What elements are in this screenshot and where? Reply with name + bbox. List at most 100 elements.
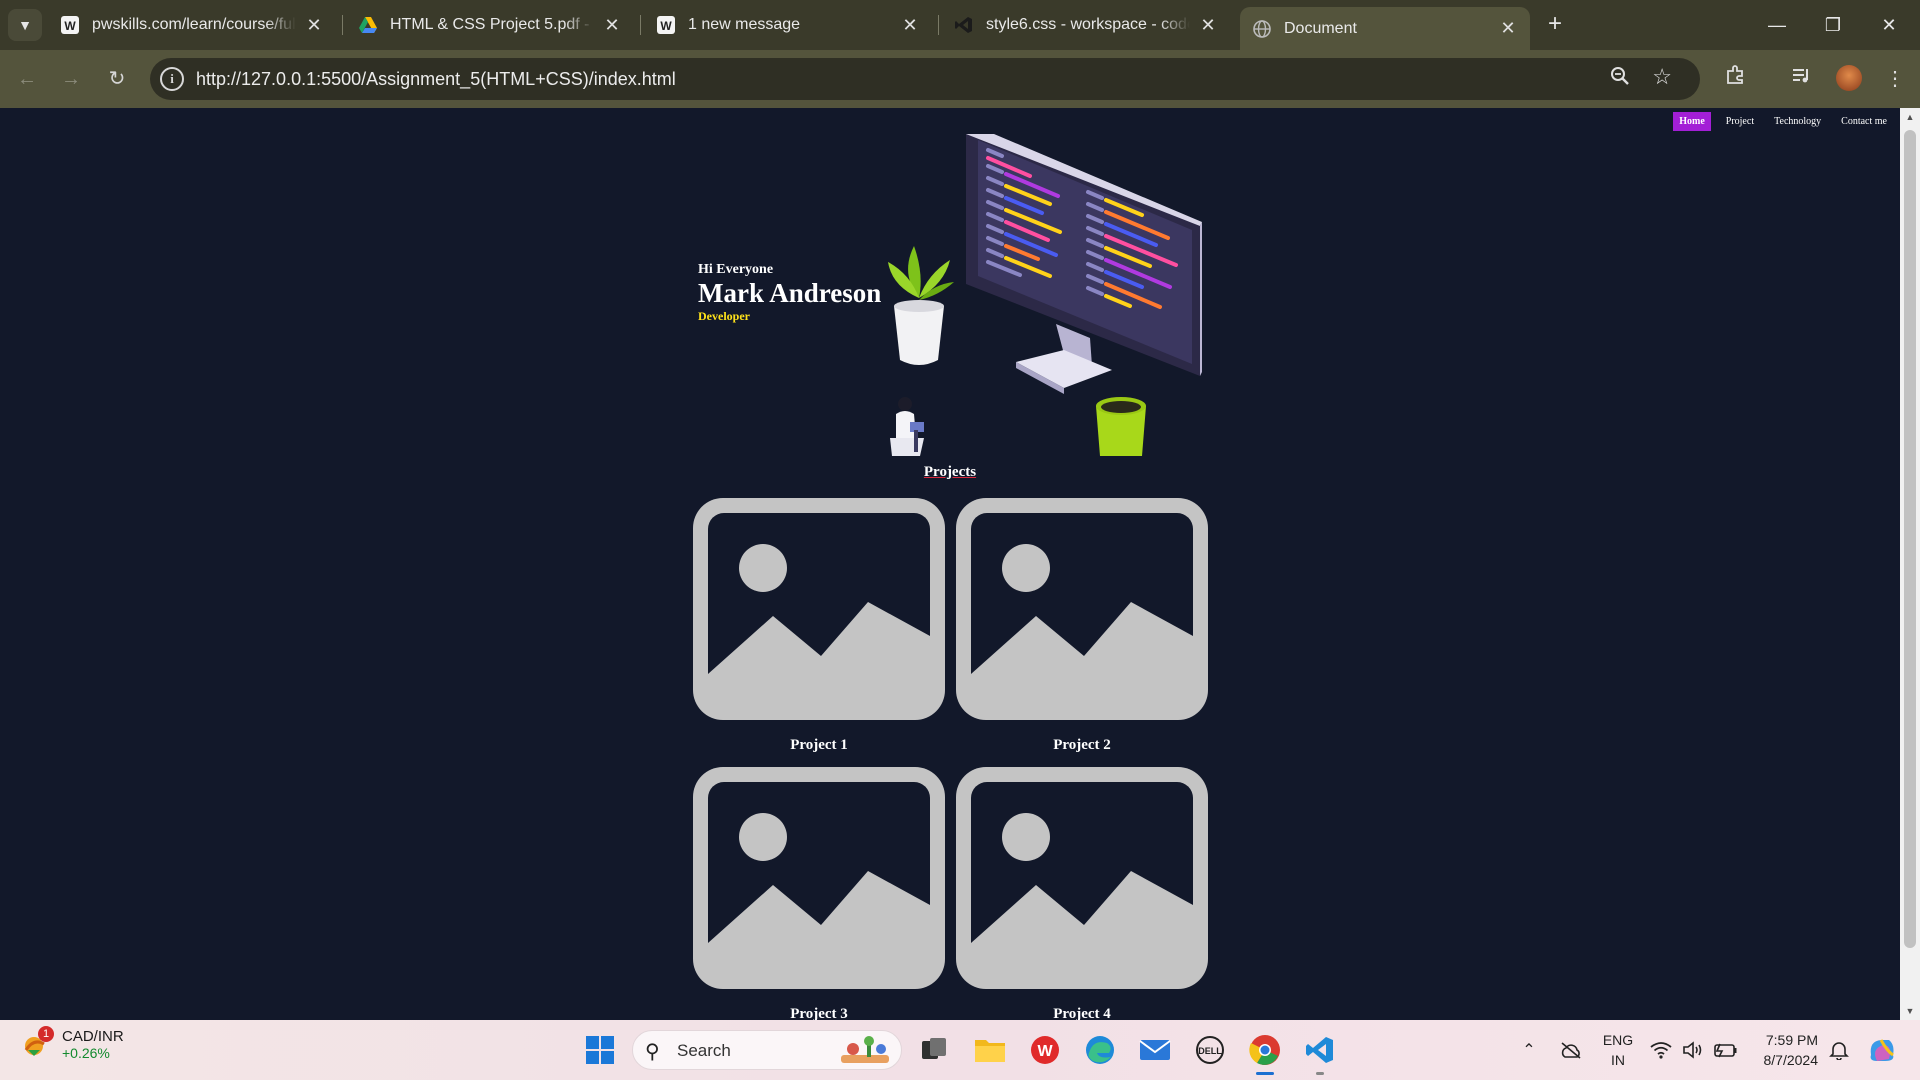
page-viewport: Home Project Technology Contact me Hi Ev… <box>0 108 1900 1020</box>
profile-avatar[interactable] <box>1836 65 1862 91</box>
taskbar-search-placeholder: Search <box>677 1041 731 1060</box>
file-explorer-icon[interactable] <box>970 1030 1010 1070</box>
tab-title: style6.css - workspace - code-s <box>986 16 1190 33</box>
pw-icon: W <box>60 15 80 35</box>
svg-text:W: W <box>660 19 672 33</box>
back-button[interactable]: ← <box>12 64 42 94</box>
kebab-menu-icon[interactable]: ⋮ <box>1880 64 1910 94</box>
notifications-icon[interactable] <box>1826 1020 1852 1080</box>
nav-home[interactable]: Home <box>1673 112 1711 131</box>
pw-icon: W <box>656 15 676 35</box>
close-icon[interactable]: ✕ <box>900 15 920 36</box>
arrow-right-icon: → <box>61 68 81 90</box>
browser-tab[interactable]: W pwskills.com/learn/course/full-s ✕ <box>48 7 336 43</box>
reload-icon: ↻ <box>108 68 126 90</box>
bookmark-star-icon[interactable]: ☆ <box>1652 64 1672 90</box>
stock-change: +0.26% <box>62 1045 110 1061</box>
scrollbar-thumb[interactable] <box>1904 130 1916 948</box>
plus-icon: + <box>1547 10 1562 37</box>
close-icon[interactable]: ✕ <box>1198 15 1218 36</box>
restore-button[interactable]: ❐ <box>1810 8 1856 42</box>
image-placeholder-icon <box>956 498 1208 720</box>
browser-tab[interactable]: W 1 new message ✕ <box>644 7 932 43</box>
hero-greeting: Hi Everyone <box>698 262 774 277</box>
browser-tab-active[interactable]: Document ✕ <box>1240 7 1530 50</box>
project-caption: Project 1 <box>790 737 848 753</box>
stock-widget-text: CAD/INR +0.26% <box>62 1028 124 1061</box>
nav-technology[interactable]: Technology <box>1769 113 1826 130</box>
new-tab-button[interactable]: + <box>1540 11 1570 39</box>
svg-text:DELL: DELL <box>1198 1046 1222 1056</box>
nav-contact[interactable]: Contact me <box>1836 113 1892 130</box>
tab-title: 1 new message <box>688 16 801 33</box>
chevron-down-icon: ▼ <box>18 17 32 33</box>
hero-name: Mark Andreson <box>698 278 882 308</box>
close-icon[interactable]: ✕ <box>1498 18 1518 39</box>
vscode-taskbar-icon[interactable] <box>1300 1030 1340 1070</box>
scroll-down-icon[interactable]: ▼ <box>1904 1006 1916 1016</box>
language-region: IN <box>1611 1052 1625 1068</box>
task-view-icon[interactable] <box>914 1030 954 1070</box>
windows-icon <box>586 1036 614 1064</box>
copilot-icon[interactable] <box>1864 1020 1900 1080</box>
browser-tab-strip: ▼ W pwskills.com/learn/course/full-s ✕ H… <box>0 0 1920 50</box>
url-text[interactable]: http://127.0.0.1:5500/Assignment_5(HTML+… <box>196 69 676 90</box>
project-card[interactable]: Project 2 <box>956 498 1208 754</box>
image-placeholder-icon <box>693 498 945 720</box>
google-drive-icon <box>358 15 378 35</box>
close-icon[interactable]: ✕ <box>602 15 622 36</box>
browser-toolbar: ← → ↻ i http://127.0.0.1:5500/Assignment… <box>0 50 1920 108</box>
wifi-icon[interactable] <box>1648 1020 1674 1080</box>
vscode-icon <box>954 15 974 35</box>
clock-time: 7:59 PM <box>1765 1032 1818 1048</box>
tab-search-button[interactable]: ▼ <box>8 9 42 41</box>
clock-date: 8/7/2024 <box>1763 1052 1819 1068</box>
chrome-icon[interactable] <box>1245 1030 1285 1070</box>
close-window-button[interactable]: ✕ <box>1866 8 1912 42</box>
project-card[interactable]: Project 1 <box>693 498 945 754</box>
scroll-up-icon[interactable]: ▲ <box>1904 112 1916 122</box>
search-highlight-icon <box>841 1036 889 1063</box>
project-card[interactable]: Project 4 <box>956 767 1208 1020</box>
svg-text:W: W <box>64 19 76 33</box>
edge-icon[interactable] <box>1080 1030 1120 1070</box>
stock-widget-icon: 1 <box>22 1025 54 1060</box>
show-hidden-icons[interactable]: ⌃ <box>1516 1020 1542 1080</box>
address-bar[interactable]: i http://127.0.0.1:5500/Assignment_5(HTM… <box>150 58 1700 100</box>
site-info-icon[interactable]: i <box>160 67 184 91</box>
projects-heading: Projects <box>923 464 977 480</box>
restore-icon: ❐ <box>1824 15 1842 35</box>
reload-button[interactable]: ↻ <box>102 64 132 94</box>
globe-icon <box>1252 19 1272 39</box>
dell-icon[interactable]: DELL <box>1190 1030 1230 1070</box>
minimize-icon: — <box>1768 15 1786 35</box>
hero-text: Hi Everyone Mark Andreson Developer <box>698 262 881 324</box>
extensions-icon[interactable] <box>1720 64 1750 94</box>
windows-taskbar: 1 CAD/INR +0.26% ⚲ Search W DELL ⌃ ENG I… <box>0 1020 1920 1080</box>
close-icon[interactable]: ✕ <box>304 15 324 36</box>
wps-office-icon[interactable]: W <box>1025 1030 1065 1070</box>
taskbar-search[interactable]: ⚲ Search <box>632 1030 902 1070</box>
stock-widget[interactable]: 1 CAD/INR +0.26% <box>22 1025 124 1061</box>
taskbar-clock[interactable]: 7:59 PM 8/7/2024 <box>1752 1030 1819 1070</box>
media-control-icon[interactable] <box>1786 64 1816 94</box>
onedrive-icon[interactable] <box>1556 1020 1586 1080</box>
browser-tab[interactable]: style6.css - workspace - code-s ✕ <box>942 7 1230 43</box>
page-scrollbar[interactable]: ▲ ▼ <box>1900 108 1920 1020</box>
nav-project[interactable]: Project <box>1721 113 1759 130</box>
language-indicator[interactable]: ENG IN <box>1600 1030 1636 1070</box>
start-button[interactable] <box>580 1030 620 1070</box>
forward-button[interactable]: → <box>56 64 86 94</box>
browser-tab[interactable]: HTML & CSS Project 5.pdf - Go ✕ <box>346 7 634 43</box>
volume-icon[interactable] <box>1680 1020 1706 1080</box>
tab-separator <box>342 15 343 35</box>
arrow-left-icon: ← <box>17 68 37 90</box>
project-caption: Project 2 <box>1053 737 1111 753</box>
project-card[interactable]: Project 3 <box>693 767 945 1020</box>
search-icon: ⚲ <box>645 1041 660 1063</box>
battery-icon[interactable] <box>1712 1020 1740 1080</box>
language-code: ENG <box>1602 1032 1634 1048</box>
minimize-button[interactable]: — <box>1754 8 1800 42</box>
zoom-icon[interactable] <box>1610 66 1630 92</box>
mail-icon[interactable] <box>1135 1030 1175 1070</box>
